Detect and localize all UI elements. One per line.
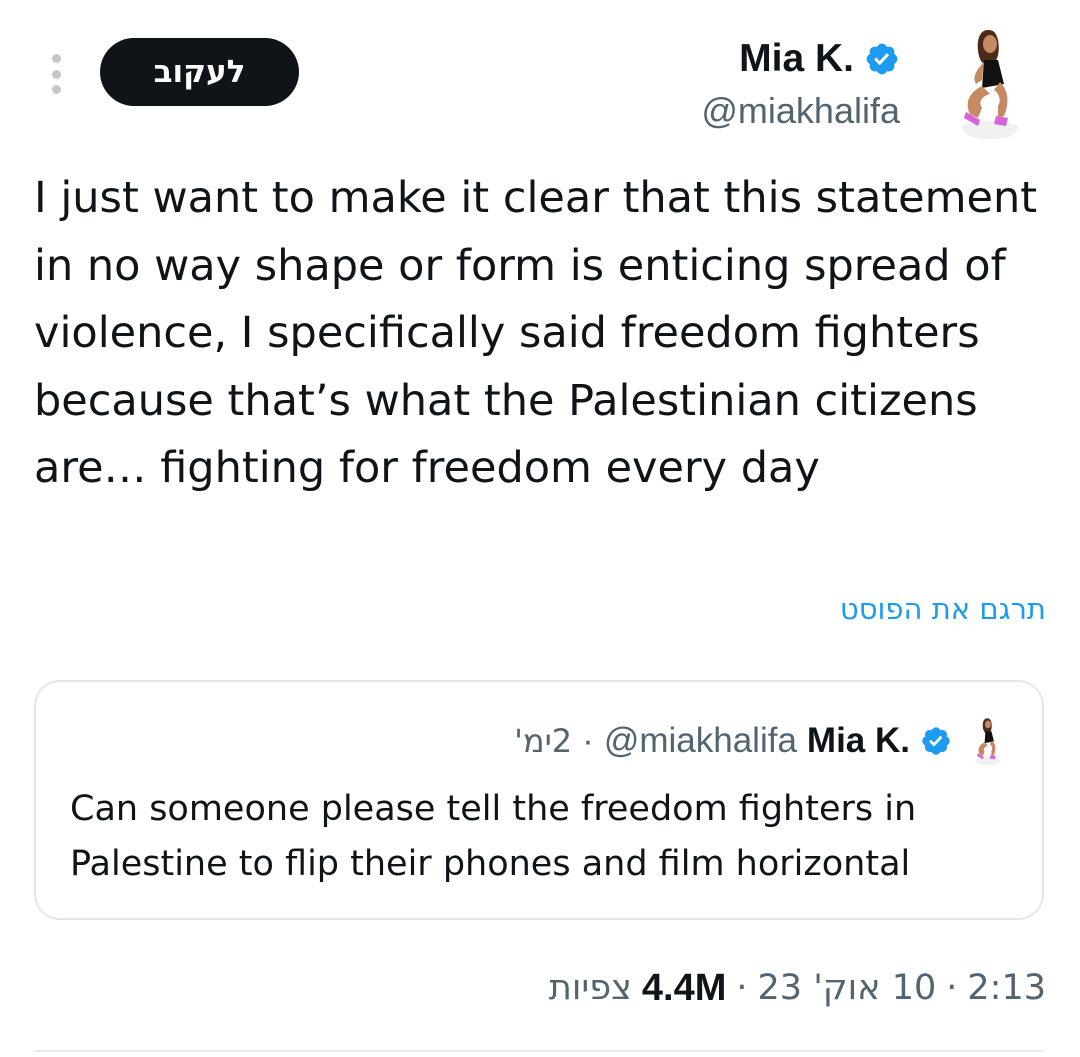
quoted-tweet-separator: · bbox=[582, 721, 594, 760]
author-display-name: Mia K. bbox=[739, 37, 854, 80]
more-dot bbox=[51, 54, 61, 63]
author-handle: @miakhalifa bbox=[701, 90, 900, 131]
tweet-meta: 2:13 · 10 אוק' 23 · 4.4M צפיות bbox=[549, 960, 1046, 1016]
views-count[interactable]: 4.4M bbox=[642, 967, 726, 1010]
quoted-tweet-text: Can someone please tell the freedom figh… bbox=[70, 789, 917, 884]
quoted-tweet-header: 2ימ' · @miakhalifa Mia K. bbox=[514, 715, 1008, 767]
views-label: צפיות bbox=[548, 968, 632, 1008]
meta-separator: · bbox=[736, 968, 748, 1008]
tweet-text: I just want to make it clear that this s… bbox=[34, 173, 1038, 493]
more-dot bbox=[51, 69, 61, 79]
more-dot bbox=[51, 85, 61, 94]
verified-badge-icon bbox=[922, 727, 950, 755]
tweet-time[interactable]: 2:13 bbox=[967, 968, 1046, 1008]
author-block[interactable]: Mia K. @miakhalifa bbox=[701, 34, 900, 132]
quoted-tweet-avatar bbox=[968, 715, 1008, 767]
translate-post-link[interactable]: תרגם את הפוסט bbox=[840, 592, 1046, 626]
divider bbox=[34, 1050, 1044, 1052]
meta-separator: · bbox=[946, 968, 958, 1008]
quoted-tweet-display-name: Mia K. bbox=[806, 721, 910, 760]
author-avatar[interactable] bbox=[948, 22, 1032, 144]
quoted-tweet-card[interactable]: 2ימ' · @miakhalifa Mia K. Can someone pl… bbox=[34, 680, 1044, 920]
tweet-date[interactable]: 10 אוק' 23 bbox=[758, 968, 937, 1008]
more-options-icon[interactable] bbox=[44, 54, 68, 94]
quoted-tweet-handle: @miakhalifa bbox=[603, 721, 797, 760]
quoted-tweet-time: 2ימ' bbox=[514, 722, 573, 760]
follow-button[interactable]: לעקוב bbox=[100, 38, 299, 106]
verified-badge-icon bbox=[866, 43, 898, 75]
